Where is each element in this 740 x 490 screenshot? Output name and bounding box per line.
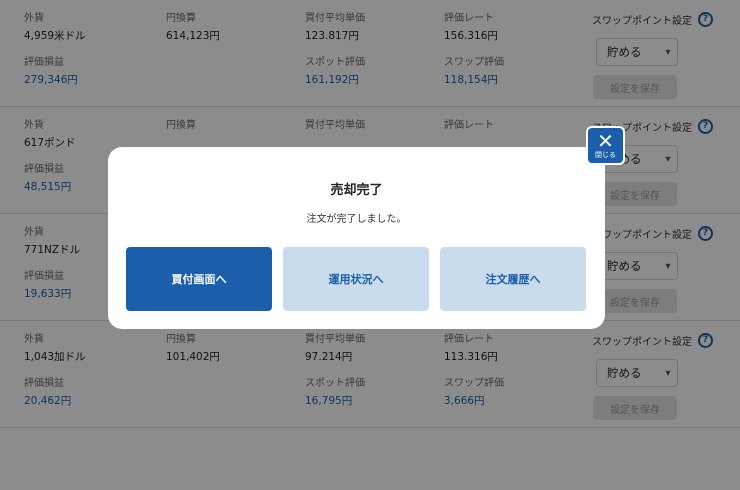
close-icon: ✕ <box>597 128 614 153</box>
go-to-order-history-button[interactable]: 注文履歴へ <box>440 247 586 311</box>
close-button[interactable]: ✕ 閉じる <box>586 126 625 165</box>
sale-complete-modal: 売却完了 注文が完了しました。 買付画面へ 運用状況へ 注文履歴へ <box>108 147 605 329</box>
modal-message: 注文が完了しました。 <box>306 214 407 225</box>
go-to-status-button[interactable]: 運用状況へ <box>283 247 429 311</box>
modal-title: 売却完了 <box>330 183 383 198</box>
go-to-buy-button[interactable]: 買付画面へ <box>126 247 272 311</box>
close-label: 閉じる <box>595 150 616 159</box>
